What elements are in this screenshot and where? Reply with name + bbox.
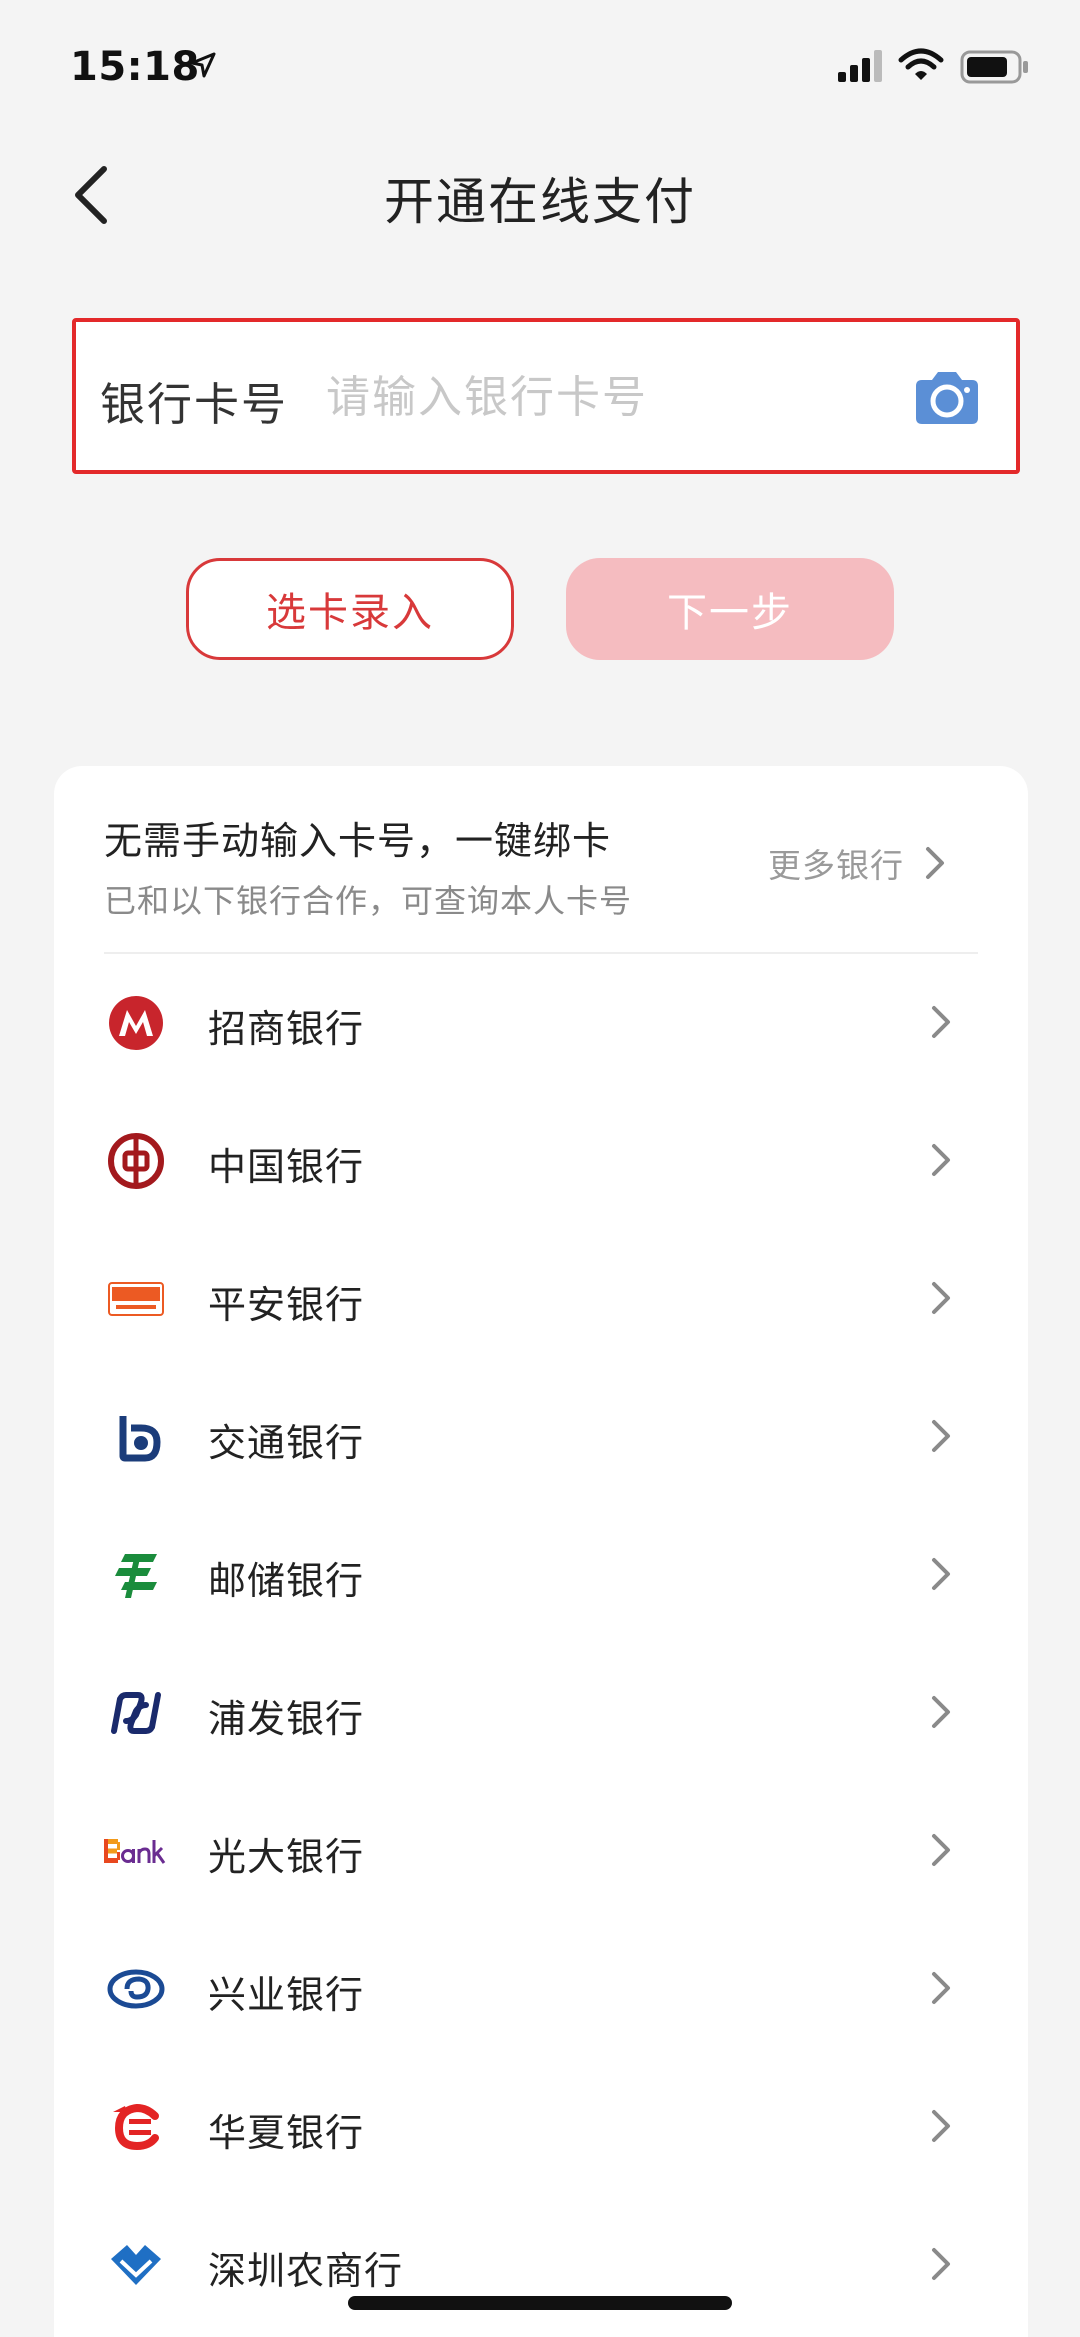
home-indicator[interactable]	[348, 2296, 732, 2310]
chevron-right-icon	[932, 1282, 950, 1314]
location-arrow-icon	[190, 52, 216, 78]
bank-row-spdb[interactable]: 浦发银行	[54, 1644, 1028, 1782]
bank-name: 交通银行	[208, 1421, 365, 1465]
pingan-logo-icon	[108, 1282, 164, 1316]
camera-icon[interactable]	[914, 368, 980, 426]
bank-name: 兴业银行	[208, 1973, 365, 2017]
status-time: 15:18	[70, 44, 200, 90]
more-banks-label: 更多银行	[768, 846, 904, 885]
more-banks-link[interactable]: 更多银行	[768, 838, 946, 888]
bank-row-bocom[interactable]: 交通银行	[54, 1368, 1028, 1506]
hxb-logo-icon	[113, 2103, 159, 2151]
spdb-logo-icon	[111, 1692, 161, 1734]
chevron-right-icon	[932, 1696, 950, 1728]
status-bar: 15:18	[0, 0, 1080, 130]
battery-icon	[960, 50, 1028, 84]
boc-logo-icon	[108, 1133, 164, 1189]
chevron-right-icon	[932, 1006, 950, 1038]
szrcb-logo-icon	[111, 2245, 161, 2285]
next-step-button[interactable]: 下一步	[566, 558, 894, 660]
bank-list-panel: 无需手动输入卡号，一键绑卡 已和以下银行合作，可查询本人卡号 更多银行 招商银行…	[54, 766, 1028, 2337]
one-click-bind-header: 无需手动输入卡号，一键绑卡 已和以下银行合作，可查询本人卡号 更多银行	[54, 766, 1028, 954]
bank-list: 招商银行 中国银行 平安银行 交通银行 邮储银行 浦发银行 光大银行 兴业银行 …	[54, 954, 1028, 2334]
bank-name: 光大银行	[208, 1835, 365, 1879]
bank-row-pingan[interactable]: 平安银行	[54, 1230, 1028, 1368]
card-number-input[interactable]	[326, 354, 946, 440]
bank-name: 中国银行	[208, 1145, 365, 1189]
one-click-bind-title: 无需手动输入卡号，一键绑卡	[104, 819, 612, 863]
card-number-input-box: 银行卡号	[72, 318, 1020, 474]
wifi-icon	[898, 48, 944, 80]
bank-name: 深圳农商行	[208, 2249, 404, 2293]
chevron-right-icon	[932, 1420, 950, 1452]
bocom-logo-icon	[119, 1416, 161, 1462]
chevron-right-icon	[932, 1144, 950, 1176]
page: 15:18 开通在线支付 银行卡号 请输入银行卡号 选卡录入 下一步 无需手动输…	[0, 0, 1080, 2337]
nav-bar: 开通在线支付	[0, 130, 1080, 250]
cmb-logo-icon	[109, 996, 163, 1050]
page-title: 开通在线支付	[384, 173, 696, 231]
bank-row-ceb[interactable]: 光大银行	[54, 1782, 1028, 1920]
bank-name: 邮储银行	[208, 1559, 365, 1603]
chevron-right-icon	[932, 1972, 950, 2004]
cib-logo-icon	[107, 1969, 165, 2009]
bank-row-cmb[interactable]: 招商银行	[54, 954, 1028, 1092]
one-click-bind-subtitle: 已和以下银行合作，可查询本人卡号	[104, 882, 633, 920]
cellular-signal-icon	[838, 50, 882, 82]
bank-name: 浦发银行	[208, 1697, 365, 1741]
chevron-right-icon	[932, 1834, 950, 1866]
chevron-right-icon	[932, 1558, 950, 1590]
bank-row-boc[interactable]: 中国银行	[54, 1092, 1028, 1230]
bank-row-cib[interactable]: 兴业银行	[54, 1920, 1028, 2058]
bank-row-psbc[interactable]: 邮储银行	[54, 1506, 1028, 1644]
bank-name: 招商银行	[208, 1007, 365, 1051]
card-number-label: 银行卡号	[100, 378, 289, 431]
ceb-logo-icon	[104, 1839, 166, 1864]
bank-row-hxb[interactable]: 华夏银行	[54, 2058, 1028, 2196]
chevron-right-icon	[926, 847, 944, 879]
psbc-logo-icon	[115, 1554, 157, 1598]
bank-name: 平安银行	[208, 1283, 365, 1327]
chevron-right-icon	[932, 2248, 950, 2280]
bank-row-szrcb[interactable]: 深圳农商行	[54, 2196, 1028, 2334]
bank-name: 华夏银行	[208, 2111, 365, 2155]
select-card-button[interactable]: 选卡录入	[186, 558, 514, 660]
chevron-right-icon	[932, 2110, 950, 2142]
